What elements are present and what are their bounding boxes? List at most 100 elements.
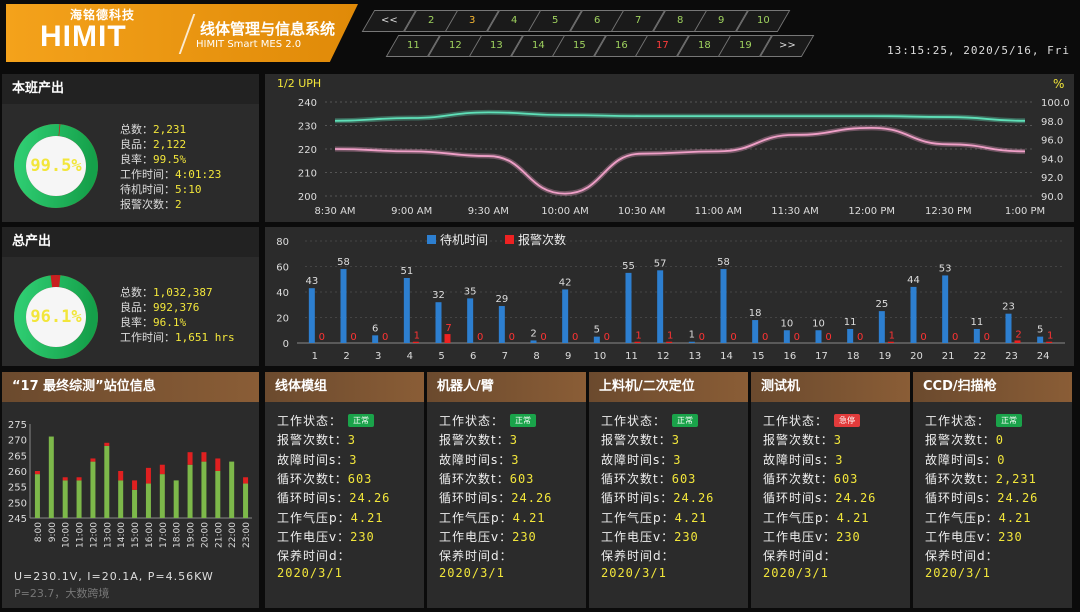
stat-row: 工作时间：4:01:23 bbox=[120, 167, 221, 182]
x-tick: 2 bbox=[343, 351, 349, 362]
standby-label: 57 bbox=[654, 258, 667, 269]
cycle-time-row: 循环时间s：24.26 bbox=[277, 489, 390, 506]
field-label: 工作气压p： bbox=[763, 510, 837, 525]
module-card-title: CCD/扫描枪 bbox=[913, 372, 1072, 402]
x-tick: 9:30 AM bbox=[468, 206, 509, 217]
field-label: 工作电压v： bbox=[601, 529, 675, 544]
y-tick: 245 bbox=[8, 514, 27, 525]
maint-value: 2020/3/1 bbox=[277, 566, 343, 580]
nav-label: 10 bbox=[756, 15, 769, 26]
maint-value: 2020/3/1 bbox=[763, 566, 829, 580]
alarm-label: 0 bbox=[382, 332, 388, 343]
alarm-row: 报警次数t：3 bbox=[601, 431, 680, 448]
alarm-label: 0 bbox=[762, 332, 768, 343]
stat-value: 1,651 hrs bbox=[175, 331, 235, 344]
status-badge: 急停 bbox=[834, 414, 861, 427]
x-tick: 21:00 bbox=[214, 522, 224, 548]
shift-yield-percent: 99.5% bbox=[30, 156, 82, 176]
voltage-row: 工作电压v：230 bbox=[439, 528, 537, 545]
good-bar bbox=[34, 474, 40, 518]
standby-label: 29 bbox=[495, 294, 508, 305]
field-label: 循环时间s： bbox=[601, 491, 674, 506]
x-tick: 10 bbox=[593, 351, 606, 362]
x-tick: 8 bbox=[533, 351, 539, 362]
alarm-label: 0 bbox=[509, 332, 515, 343]
field-label: 工作气压p： bbox=[925, 510, 999, 525]
field-label: 故障时间s： bbox=[601, 452, 674, 467]
x-tick: 4 bbox=[407, 351, 413, 362]
cycle-time-row: 循环时间s：24.26 bbox=[763, 489, 876, 506]
standby-label: 44 bbox=[907, 275, 920, 286]
status-row: 工作状态： 正常 bbox=[601, 412, 699, 429]
uph-series-glow bbox=[334, 125, 1026, 197]
x-tick: 9 bbox=[565, 351, 571, 362]
module-card: 机器人/臂 工作状态： 正常 报警次数t：3 故障时间s：3 循环次数t：603 循环时间s… bbox=[427, 372, 586, 608]
legend-label: 待机时间 bbox=[440, 233, 488, 247]
x-tick: 11:00 bbox=[76, 522, 86, 548]
good-bar bbox=[243, 483, 249, 518]
alarm-row: 报警次数t：3 bbox=[277, 431, 356, 448]
stat-label: 良品： bbox=[120, 301, 153, 314]
x-tick: 18 bbox=[847, 351, 860, 362]
stat-label: 良率： bbox=[120, 316, 153, 329]
y2-tick: 100.0 bbox=[1041, 98, 1070, 109]
field-label: 循环次数t： bbox=[925, 471, 996, 486]
module-card: 测试机 工作状态： 急停 报警次数t：3 故障时间s：3 循环次数t：603 循环时间s：2… bbox=[751, 372, 910, 608]
x-tick: 8:00 bbox=[34, 522, 44, 542]
stat-row: 总数：2,231 bbox=[120, 122, 221, 137]
stat-value: 2,231 bbox=[153, 123, 187, 136]
good-bar bbox=[118, 480, 124, 518]
standby-bar bbox=[815, 330, 822, 343]
field-value: 4.21 bbox=[512, 510, 546, 525]
nav-label: << bbox=[380, 15, 398, 26]
maint-value: 2020/3/1 bbox=[925, 566, 991, 580]
shift-yield-ring: 99.5% bbox=[12, 122, 100, 210]
good-bar bbox=[229, 461, 235, 518]
uph-chart: 1/2 UPH % 200 210 220 230 240 90.0 92.0 94.0 96.0 9… bbox=[277, 77, 1070, 217]
standby-bar bbox=[372, 335, 379, 343]
status-badge: 正常 bbox=[672, 414, 699, 427]
stat-row: 总数：1,032,387 bbox=[120, 285, 235, 300]
stat-value: 1,032,387 bbox=[153, 286, 213, 299]
standby-label: 58 bbox=[717, 257, 730, 268]
x-tick: 14 bbox=[720, 351, 733, 362]
x-tick: 11:30 AM bbox=[771, 206, 818, 217]
alarm-label: 0 bbox=[604, 332, 610, 343]
alarm-label: 1 bbox=[1047, 331, 1053, 342]
x-tick: 12:30 PM bbox=[925, 206, 972, 217]
x-tick: 13 bbox=[688, 351, 701, 362]
status-badge: 正常 bbox=[510, 414, 537, 427]
alarm-row: 报警次数t：0 bbox=[925, 431, 1004, 448]
uph-series-line bbox=[334, 126, 1026, 195]
x-tick: 20:00 bbox=[200, 522, 210, 548]
alarm-label: 0 bbox=[477, 332, 483, 343]
stat-row: 良品：2,122 bbox=[120, 137, 221, 152]
alarm-bar bbox=[145, 467, 151, 484]
header-bar: 海铭德科技 HIMIT 线体管理与信息系统 HIMIT Smart MES 2.… bbox=[0, 0, 1080, 70]
field-value: 0 bbox=[997, 452, 1006, 467]
alarm-label: 7 bbox=[445, 323, 451, 334]
x-tick: 9:00 AM bbox=[391, 206, 432, 217]
standby-label: 23 bbox=[1002, 302, 1015, 313]
alarm-bar bbox=[132, 480, 138, 490]
stat-row: 工作时间：1,651 hrs bbox=[120, 330, 235, 345]
x-tick: 10:00 AM bbox=[541, 206, 588, 217]
field-label: 报警次数t： bbox=[601, 433, 672, 448]
alarm-bar bbox=[187, 452, 193, 465]
y-tick: 20 bbox=[276, 314, 289, 325]
good-bar bbox=[145, 483, 151, 518]
status-row: 工作状态： 正常 bbox=[439, 412, 537, 429]
field-value: 24.26 bbox=[511, 491, 553, 506]
pressure-row: 工作气压p：4.21 bbox=[439, 509, 546, 526]
fault-row: 故障时间s：3 bbox=[763, 451, 844, 468]
maint-label-row: 保养时间d： bbox=[439, 549, 513, 564]
good-bar bbox=[76, 480, 82, 518]
field-value: 4.21 bbox=[998, 510, 1032, 525]
stat-row: 良率：99.5% bbox=[120, 152, 221, 167]
field-label: 故障时间s： bbox=[277, 452, 350, 467]
y-tick: 40 bbox=[276, 288, 289, 299]
voltage-row: 工作电压v：230 bbox=[277, 528, 375, 545]
maint-date: 2020/3/1 bbox=[925, 566, 991, 581]
x-tick: 11 bbox=[625, 351, 638, 362]
alarm-label: 0 bbox=[984, 332, 990, 343]
